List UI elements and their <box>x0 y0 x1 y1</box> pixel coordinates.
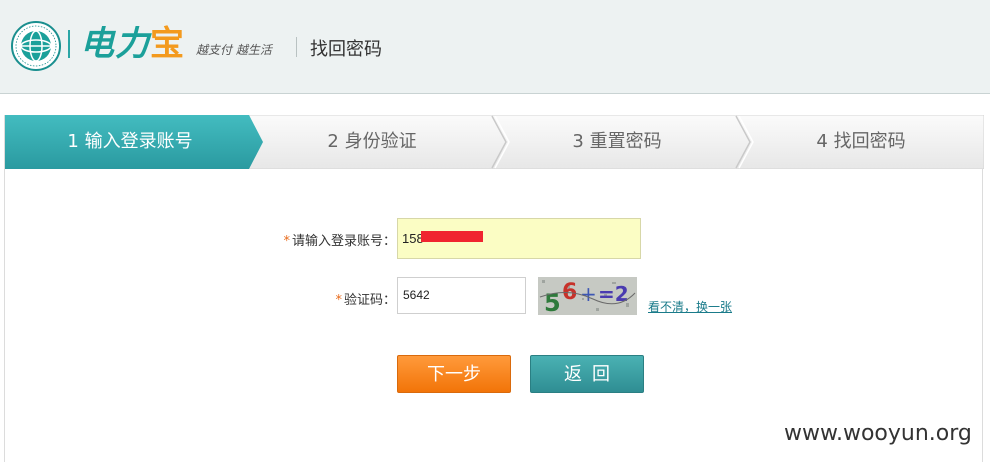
step-4-complete: 4 找回密码 <box>816 131 906 152</box>
required-mark: * <box>283 234 290 249</box>
required-mark: * <box>335 293 342 308</box>
logo-divider <box>68 30 70 58</box>
captcha-label: * 验证码： <box>300 289 396 308</box>
brand-text-main: 电力 <box>80 24 150 64</box>
state-grid-logo-icon <box>11 21 61 71</box>
captcha-label-text: 验证码： <box>343 293 396 308</box>
title-divider <box>296 37 297 57</box>
brand-slogan: 越支付 越生活 <box>196 43 272 57</box>
watermark: www.wooyun.org <box>784 421 972 446</box>
back-button[interactable]: 返回 <box>530 355 644 393</box>
account-label-text: 请输入登录账号： <box>291 234 396 249</box>
brand-text-accent: 宝 <box>150 24 185 64</box>
captcha-char-3: + <box>580 282 597 306</box>
redaction-mark <box>421 231 483 242</box>
account-label: * 请输入登录账号： <box>270 230 396 249</box>
step-1-input-account: 1 输入登录账号 <box>67 131 193 152</box>
refresh-captcha-link[interactable]: 看不清，换一张 <box>648 298 732 315</box>
next-step-button[interactable]: 下一步 <box>397 355 511 393</box>
captcha-input[interactable]: 5642 <box>397 277 526 314</box>
step-2-identity-verify: 2 身份验证 <box>327 131 417 152</box>
step-3-reset-password: 3 重置密码 <box>572 131 662 152</box>
page-header: 电力宝 越支付 越生活 找回密码 <box>0 0 990 94</box>
captcha-image[interactable]: 5 6 + =2 <box>538 277 637 315</box>
page-title: 找回密码 <box>310 39 382 60</box>
step-progress-bar: 1 输入登录账号 2 身份验证 3 重置密码 4 找回密码 <box>5 115 984 169</box>
brand-logo: 电力宝 <box>80 24 185 64</box>
